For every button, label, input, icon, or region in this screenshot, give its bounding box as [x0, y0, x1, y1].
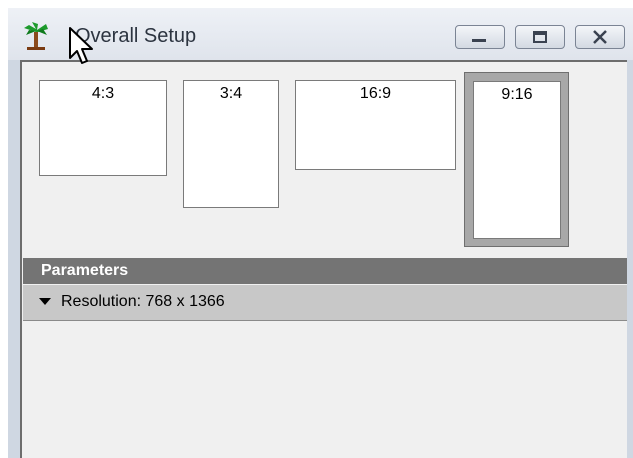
- window-frame-right: [627, 60, 633, 458]
- aspect-ratio-16-9[interactable]: 16:9: [295, 80, 456, 170]
- parameters-title: Parameters: [41, 262, 129, 279]
- aspect-ratio-3-4[interactable]: 3:4: [183, 80, 279, 208]
- window-frame-left: [8, 60, 20, 458]
- mouse-cursor-icon: [69, 27, 93, 64]
- content-border-top: [20, 60, 627, 62]
- maximize-icon: [533, 31, 547, 43]
- minimize-icon: [472, 39, 486, 42]
- title-bar[interactable]: Overall Setup: [8, 8, 633, 60]
- maximize-button[interactable]: [515, 25, 565, 49]
- aspect-ratio-label: 16:9: [359, 85, 392, 102]
- aspect-ratio-label: 9:16: [501, 86, 533, 103]
- aspect-ratio-label: 3:4: [219, 85, 243, 102]
- aspect-ratio-label: 4:3: [91, 85, 115, 102]
- close-button[interactable]: [575, 25, 625, 49]
- parameter-row-resolution[interactable]: Resolution: 768 x 1366: [23, 285, 627, 321]
- aspect-ratio-4-3[interactable]: 4:3: [39, 80, 167, 176]
- resolution-label: Resolution: 768 x 1366: [61, 293, 225, 310]
- close-icon: [593, 30, 607, 44]
- parameters-header: Parameters: [23, 258, 627, 284]
- aspect-ratio-9-16[interactable]: 9:16: [473, 81, 561, 239]
- minimize-button[interactable]: [455, 25, 505, 49]
- palm-tree-icon: [24, 22, 48, 50]
- content-border-left: [20, 60, 22, 458]
- expand-arrow-icon[interactable]: [39, 298, 51, 305]
